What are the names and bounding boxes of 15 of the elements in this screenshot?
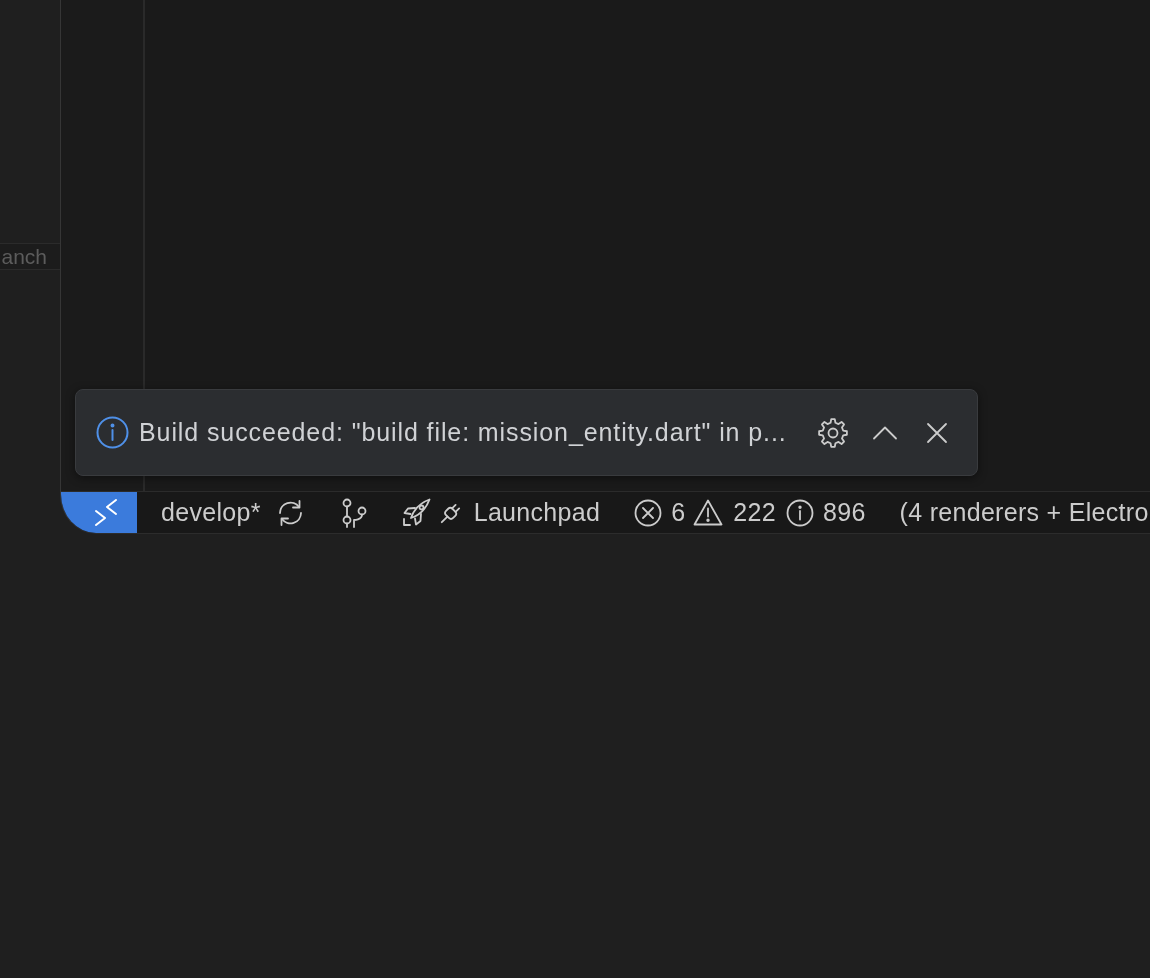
gear-icon <box>818 417 848 448</box>
warning-icon <box>693 499 724 526</box>
chevron-up-icon <box>872 425 898 440</box>
info-icon <box>786 498 814 527</box>
remote-button[interactable] <box>61 492 137 533</box>
problems-button[interactable]: 6 222 896 <box>622 492 878 533</box>
remote-icon <box>95 499 117 526</box>
launchpad-button[interactable]: Launchpad <box>389 492 613 533</box>
close-icon <box>926 421 948 444</box>
notification-message: Build succeeded: "build file: mission_entity.dart" in p... <box>139 418 788 447</box>
info-icon <box>96 416 129 449</box>
status-item[interactable]: (4 renderers + Electro <box>887 492 1150 533</box>
error-icon <box>634 498 663 527</box>
rocket-icon <box>401 498 431 527</box>
branch-button[interactable]: develop* <box>149 492 318 533</box>
